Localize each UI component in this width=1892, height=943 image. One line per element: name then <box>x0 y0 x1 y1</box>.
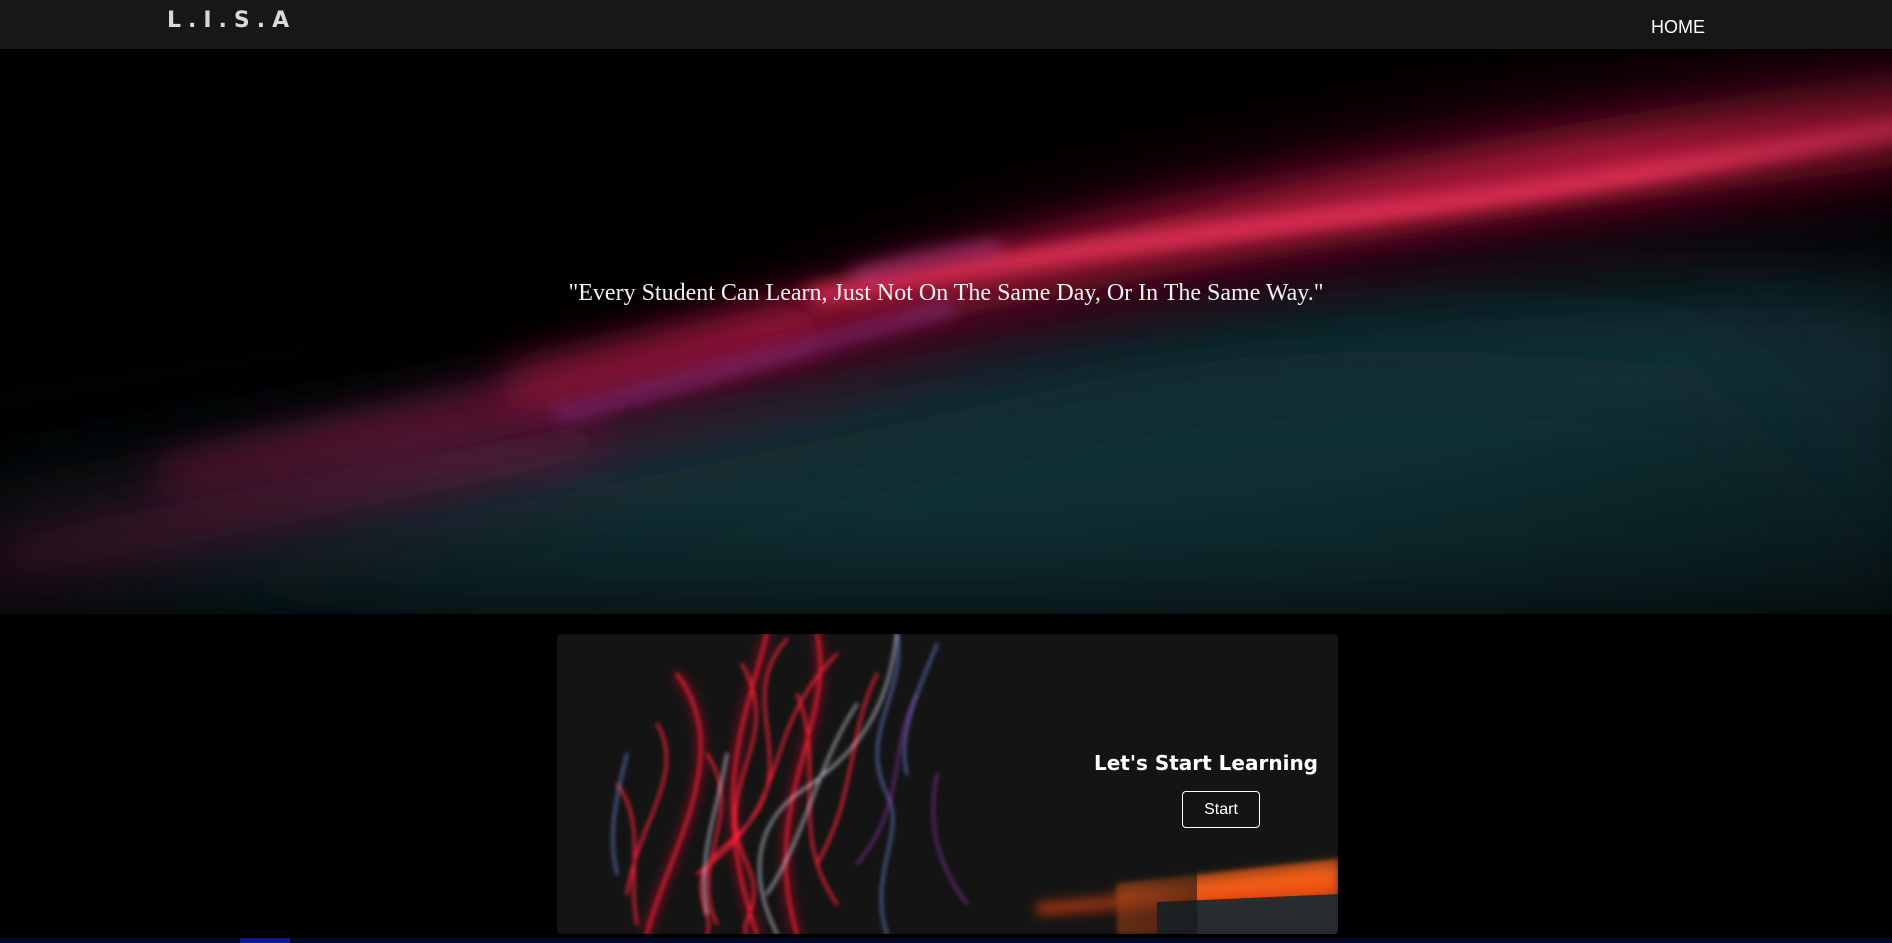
brand-logo[interactable]: L.I.S.A <box>167 8 296 33</box>
bottom-edge-strip <box>0 938 1892 943</box>
start-learning-card: Let's Start Learning Start <box>557 634 1338 934</box>
hero-banner: "Every Student Can Learn, Just Not On Th… <box>0 49 1892 614</box>
light-trails-image <box>557 634 1338 934</box>
top-navbar: L.I.S.A HOME <box>0 0 1892 49</box>
hero-background-image <box>0 49 1892 614</box>
bottom-edge-highlight <box>240 938 290 943</box>
hero-quote: "Every Student Can Learn, Just Not On Th… <box>568 280 1324 306</box>
start-button[interactable]: Start <box>1182 791 1260 828</box>
nav-home-link[interactable]: HOME <box>1651 17 1705 38</box>
card-title: Let's Start Learning <box>1093 751 1318 775</box>
